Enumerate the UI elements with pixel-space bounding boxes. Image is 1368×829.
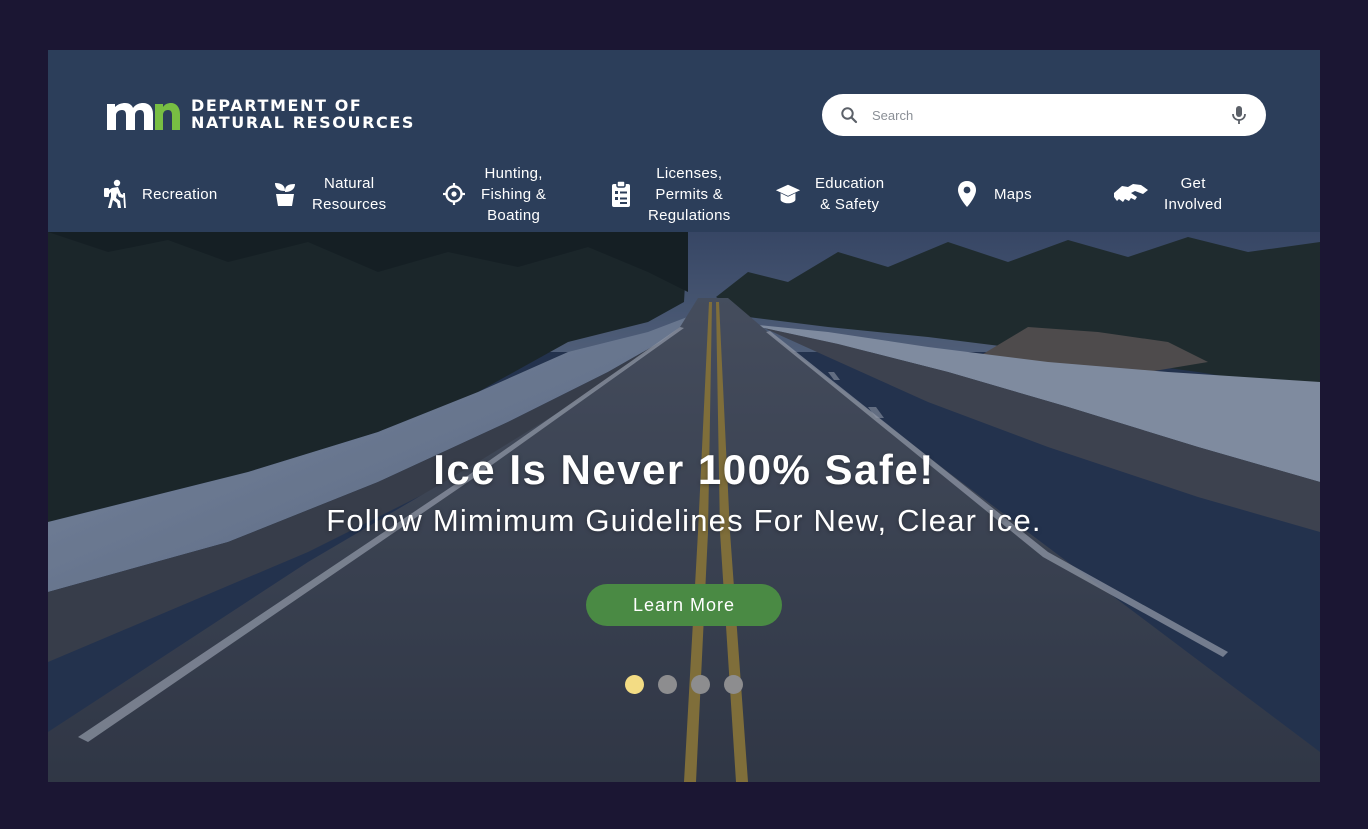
seedling-icon: [272, 181, 298, 207]
carousel-pagination: [625, 675, 743, 694]
search-icon[interactable]: [840, 106, 858, 124]
clipboard-icon: [608, 180, 634, 207]
nav-label-education-safety: Education & Safety: [815, 175, 885, 213]
search-bar[interactable]: [822, 94, 1266, 136]
carousel-dot-4[interactable]: [724, 675, 743, 694]
logo-line-2: NATURAL RESOURCES: [191, 113, 415, 132]
site-frame: DEPARTMENT OF NATURAL RESOURCES Recreati…: [48, 50, 1320, 782]
handshake-icon: [1112, 181, 1150, 207]
nav-label-maps: Maps: [994, 185, 1032, 203]
nav-label-natural-resources: Natural Resources: [312, 175, 387, 213]
carousel-dot-1[interactable]: [625, 675, 644, 694]
nav-item-hunting-fishing-boating[interactable]: Hunting, Fishing & Boating: [441, 156, 546, 232]
nav-label-hunting-fishing-boating: Hunting, Fishing & Boating: [481, 164, 547, 224]
nav-item-education-safety[interactable]: Education & Safety: [775, 156, 884, 232]
learn-more-button[interactable]: Learn More: [586, 584, 782, 626]
crosshair-icon: [441, 181, 467, 207]
main-navigation: Recreation Natural Resources Hunting, Fi…: [48, 156, 1320, 232]
map-pin-icon: [954, 181, 980, 207]
logo-text: DEPARTMENT OF NATURAL RESOURCES: [191, 97, 415, 131]
nav-item-get-involved[interactable]: Get Involved: [1112, 156, 1222, 232]
search-input[interactable]: [872, 107, 1230, 123]
nav-item-maps[interactable]: Maps: [954, 156, 1032, 232]
carousel-dot-2[interactable]: [658, 675, 677, 694]
nav-item-licenses-permits[interactable]: Licenses, Permits & Regulations: [608, 156, 731, 232]
graduation-cap-icon: [775, 181, 801, 207]
hero-subtitle: Follow Mimimum Guidelines For New, Clear…: [326, 503, 1042, 538]
nav-label-licenses-permits: Licenses, Permits & Regulations: [648, 164, 731, 224]
hero-carousel: Ice Is Never 100% Safe! Follow Mimimum G…: [48, 232, 1320, 782]
microphone-icon[interactable]: [1230, 105, 1248, 125]
carousel-dot-3[interactable]: [691, 675, 710, 694]
nav-item-recreation[interactable]: Recreation: [102, 156, 218, 232]
mn-logo-icon: [107, 103, 180, 130]
nav-label-recreation: Recreation: [142, 185, 218, 203]
nav-item-natural-resources[interactable]: Natural Resources: [272, 156, 386, 232]
hero-title: Ice Is Never 100% Safe!: [433, 446, 935, 493]
dnr-logo[interactable]: DEPARTMENT OF NATURAL RESOURCES: [105, 96, 415, 132]
hiker-icon: [102, 179, 128, 209]
logo-line-1: DEPARTMENT OF: [191, 96, 363, 115]
site-header: DEPARTMENT OF NATURAL RESOURCES Recreati…: [48, 50, 1320, 232]
nav-label-get-involved: Get Involved: [1164, 175, 1223, 213]
